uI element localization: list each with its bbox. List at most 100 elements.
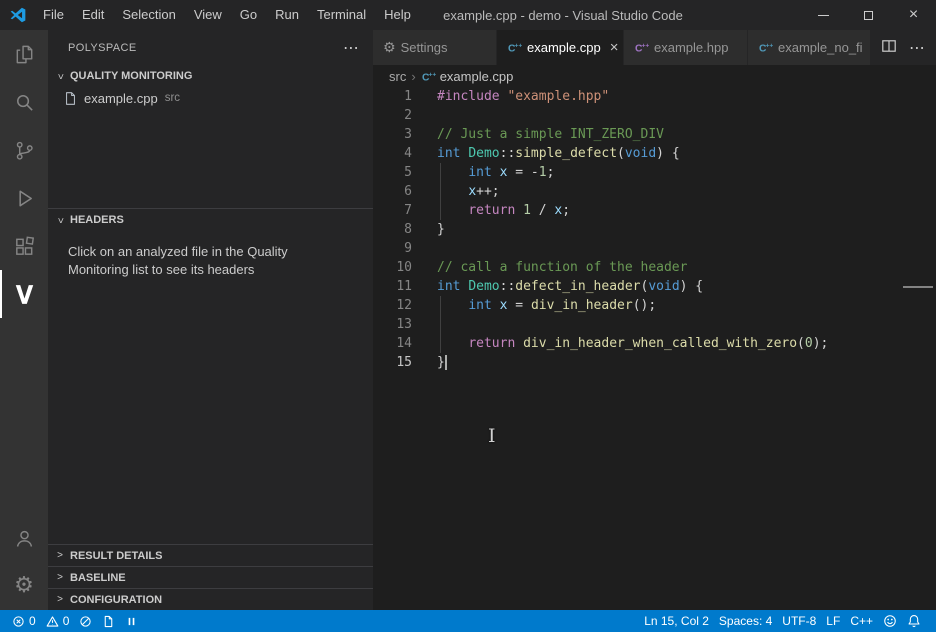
code-line[interactable]: 2: [373, 106, 922, 125]
menu-selection[interactable]: Selection: [113, 0, 184, 30]
code-token: #include: [437, 89, 500, 104]
menu-run[interactable]: Run: [266, 0, 308, 30]
menu-terminal[interactable]: Terminal: [308, 0, 375, 30]
status-feedback[interactable]: [878, 610, 902, 632]
code-token: int: [437, 279, 460, 294]
headers-pane: > HEADERS Click on an analyzed file in t…: [48, 208, 373, 279]
code-token: );: [813, 336, 829, 351]
code-line[interactable]: 11int Demo::defect_in_header(void) {: [373, 277, 922, 296]
indent-guide: [440, 315, 441, 334]
activity-explorer[interactable]: [0, 30, 48, 78]
status-polyspace-pause[interactable]: [120, 610, 143, 632]
line-text: int x = div_in_header();: [437, 296, 656, 315]
tab-example-cpp[interactable]: C++example.cpp×: [497, 30, 624, 65]
line-number: 11: [373, 277, 437, 296]
collapsed-sections: >RESULT DETAILS>BASELINE>CONFIGURATION: [48, 544, 373, 610]
split-editor-icon[interactable]: [881, 38, 897, 57]
activity-source-control[interactable]: [0, 126, 48, 174]
code-token: 1: [539, 165, 547, 180]
tab-label: example.cpp: [527, 40, 601, 55]
code-token: defect_in_header: [515, 279, 640, 294]
code-line[interactable]: 9: [373, 239, 922, 258]
code-line[interactable]: 15}: [373, 353, 922, 372]
menu-file[interactable]: File: [34, 0, 73, 30]
code-editor[interactable]: 1#include "example.hpp"23// Just a simpl…: [373, 87, 922, 610]
activity-extensions[interactable]: [0, 222, 48, 270]
status-polyspace-results-file[interactable]: [97, 610, 120, 632]
gear-icon: ⚙: [383, 41, 396, 55]
more-actions-icon[interactable]: ⋯: [343, 38, 359, 57]
menu-view[interactable]: View: [185, 0, 231, 30]
code-line[interactable]: 10// call a function of the header: [373, 258, 922, 277]
activity-bar-bottom: ⚙: [0, 514, 48, 610]
status-language-mode[interactable]: C++: [845, 610, 878, 632]
status-eol[interactable]: LF: [821, 610, 845, 632]
status-error-count[interactable]: 0: [7, 610, 41, 632]
activity-search[interactable]: [0, 78, 48, 126]
title-bar: FileEditSelectionViewGoRunTerminalHelp e…: [0, 0, 936, 30]
code-token: ++;: [476, 184, 499, 199]
activity-polyspace[interactable]: [0, 270, 48, 318]
code-line[interactable]: 6 x++;: [373, 182, 922, 201]
maximize-button[interactable]: [846, 0, 891, 30]
tab-bar: ⚙SettingsC++example.cpp×C++example.hppC+…: [373, 30, 936, 65]
status-warning-count[interactable]: 0: [41, 610, 75, 632]
status-encoding[interactable]: UTF-8: [777, 610, 821, 632]
section-headers[interactable]: > HEADERS: [48, 209, 373, 231]
editor-group: ⚙SettingsC++example.cpp×C++example.hppC+…: [373, 30, 936, 610]
activity-manage[interactable]: ⚙: [0, 562, 48, 610]
code-line[interactable]: 4int Demo::simple_defect(void) {: [373, 144, 922, 163]
section-result-details[interactable]: >RESULT DETAILS: [48, 544, 373, 566]
code-token: ();: [633, 298, 656, 313]
code-line[interactable]: 13: [373, 315, 922, 334]
status-polyspace-hide[interactable]: [74, 610, 97, 632]
menu-help[interactable]: Help: [375, 0, 420, 30]
tab-settings[interactable]: ⚙Settings: [373, 30, 497, 65]
line-number: 10: [373, 258, 437, 277]
status-notifications[interactable]: [902, 610, 926, 632]
section-quality-monitoring[interactable]: > QUALITY MONITORING: [48, 65, 373, 87]
code-line[interactable]: 8}: [373, 220, 922, 239]
activity-run-and-debug[interactable]: [0, 174, 48, 222]
section-label: HEADERS: [70, 214, 124, 226]
activity-accounts[interactable]: [0, 514, 48, 562]
tab-example-no-fi[interactable]: C++example_no_fi: [748, 30, 870, 65]
close-button[interactable]: ×: [891, 0, 936, 30]
code-token: x: [468, 184, 476, 199]
code-token: ::: [500, 279, 516, 294]
line-text: return 1 / x;: [437, 201, 570, 220]
breadcrumb-folder[interactable]: src: [389, 69, 406, 84]
line-text: x++;: [437, 182, 500, 201]
file-name: example.cpp: [84, 91, 158, 106]
code-token: ::: [500, 146, 516, 161]
code-token: 1: [523, 203, 531, 218]
tab-label: example.hpp: [654, 40, 728, 55]
code-line[interactable]: 14 return div_in_header_when_called_with…: [373, 334, 922, 353]
status-cursor-position[interactable]: Ln 15, Col 2: [639, 610, 714, 632]
minimize-button[interactable]: [801, 0, 846, 30]
code-token: [515, 336, 523, 351]
section-label: QUALITY MONITORING: [70, 70, 192, 82]
code-line[interactable]: 1#include "example.hpp": [373, 87, 922, 106]
code-line[interactable]: 12 int x = div_in_header();: [373, 296, 922, 315]
feedback-icon: [883, 614, 897, 628]
code-line[interactable]: 7 return 1 / x;: [373, 201, 922, 220]
code-token: void: [648, 279, 679, 294]
code-token: =: [507, 298, 530, 313]
indent-guide: [440, 296, 441, 315]
file-item-example-cpp[interactable]: example.cpp src: [48, 87, 373, 109]
section-configuration[interactable]: >CONFIGURATION: [48, 588, 373, 610]
close-icon[interactable]: ×: [610, 40, 619, 55]
menu-edit[interactable]: Edit: [73, 0, 113, 30]
code-line[interactable]: 5 int x = -1;: [373, 163, 922, 182]
window-title: example.cpp - demo - Visual Studio Code: [443, 8, 683, 23]
status-indentation[interactable]: Spaces: 4: [714, 610, 777, 632]
code-line[interactable]: 3// Just a simple INT_ZERO_DIV: [373, 125, 922, 144]
more-actions-icon[interactable]: ⋯: [909, 38, 925, 57]
menu-go[interactable]: Go: [231, 0, 266, 30]
tab-example-hpp[interactable]: C++example.hpp: [624, 30, 748, 65]
line-number: 7: [373, 201, 437, 220]
breadcrumb-file[interactable]: example.cpp: [440, 69, 514, 84]
section-baseline[interactable]: >BASELINE: [48, 566, 373, 588]
line-text: int x = -1;: [437, 163, 554, 182]
